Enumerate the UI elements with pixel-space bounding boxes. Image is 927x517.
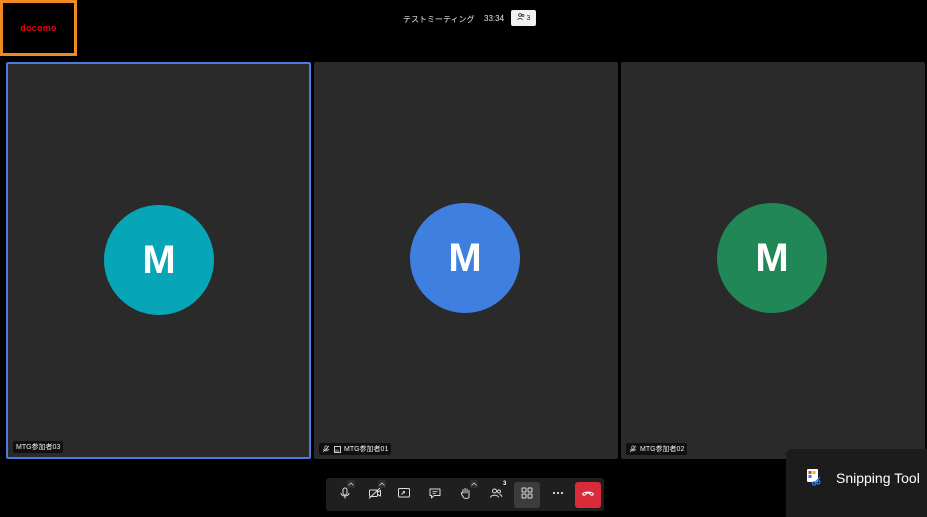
end-call-icon [581, 486, 595, 505]
more-options-button[interactable] [545, 482, 571, 508]
share-screen-icon [397, 486, 411, 505]
avatar: M [104, 205, 214, 315]
end-call-button[interactable] [575, 482, 601, 508]
video-tile-participant-01[interactable]: M M MTG参加者01 [314, 62, 618, 459]
avatar-initial: M [448, 235, 482, 280]
more-icon [551, 486, 565, 505]
snipping-tool-toast[interactable]: Snipping Tool [786, 449, 927, 517]
logo-highlight: docomo [0, 0, 77, 56]
people-icon [516, 13, 525, 23]
avatar-initial: M [755, 235, 789, 280]
video-tile-participant-02[interactable]: M MTG参加者02 [621, 62, 925, 459]
chat-button[interactable] [422, 482, 448, 508]
meeting-toolbar: 3 [326, 478, 604, 511]
participant-name: MTG参加者02 [640, 446, 685, 453]
snipping-tool-label: Snipping Tool [836, 470, 920, 486]
meeting-title: テストミーティング [403, 15, 475, 24]
microphone-options-caret[interactable] [347, 480, 355, 488]
participant-name-tag: MTG参加者03 [13, 441, 64, 453]
microphone-icon [338, 486, 352, 505]
avatar: M [410, 203, 520, 313]
raise-hand-icon [459, 486, 473, 505]
participant-count-pill[interactable]: 3 [511, 10, 536, 26]
reactions-options-caret[interactable] [470, 480, 478, 488]
participants-count-badge: 3 [503, 481, 507, 487]
mic-muted-icon [629, 445, 637, 453]
participant-name-tag: MTG参加者02 [626, 443, 688, 455]
meeting-timer: 33:34 [484, 14, 505, 23]
grid-view-icon [520, 486, 534, 505]
pin-icon: M [333, 445, 341, 453]
grid-view-button[interactable] [514, 482, 540, 508]
share-screen-button[interactable] [391, 482, 417, 508]
snipping-tool-icon [806, 468, 822, 486]
avatar: M [717, 203, 827, 313]
avatar-initial: M [142, 237, 176, 282]
participant-name: MTG参加者01 [344, 446, 389, 453]
mic-muted-icon [322, 445, 330, 453]
video-tile-participant-03[interactable]: M MTG参加者03 [6, 62, 311, 459]
participant-name-tag: M MTG参加者01 [319, 443, 392, 455]
participant-name: MTG参加者03 [16, 444, 61, 451]
camera-options-caret[interactable] [378, 480, 386, 488]
chat-icon [428, 486, 442, 505]
participant-count: 3 [526, 14, 531, 22]
participants-icon [489, 486, 503, 505]
camera-off-icon [368, 486, 382, 505]
docomo-logo: docomo [20, 23, 57, 33]
